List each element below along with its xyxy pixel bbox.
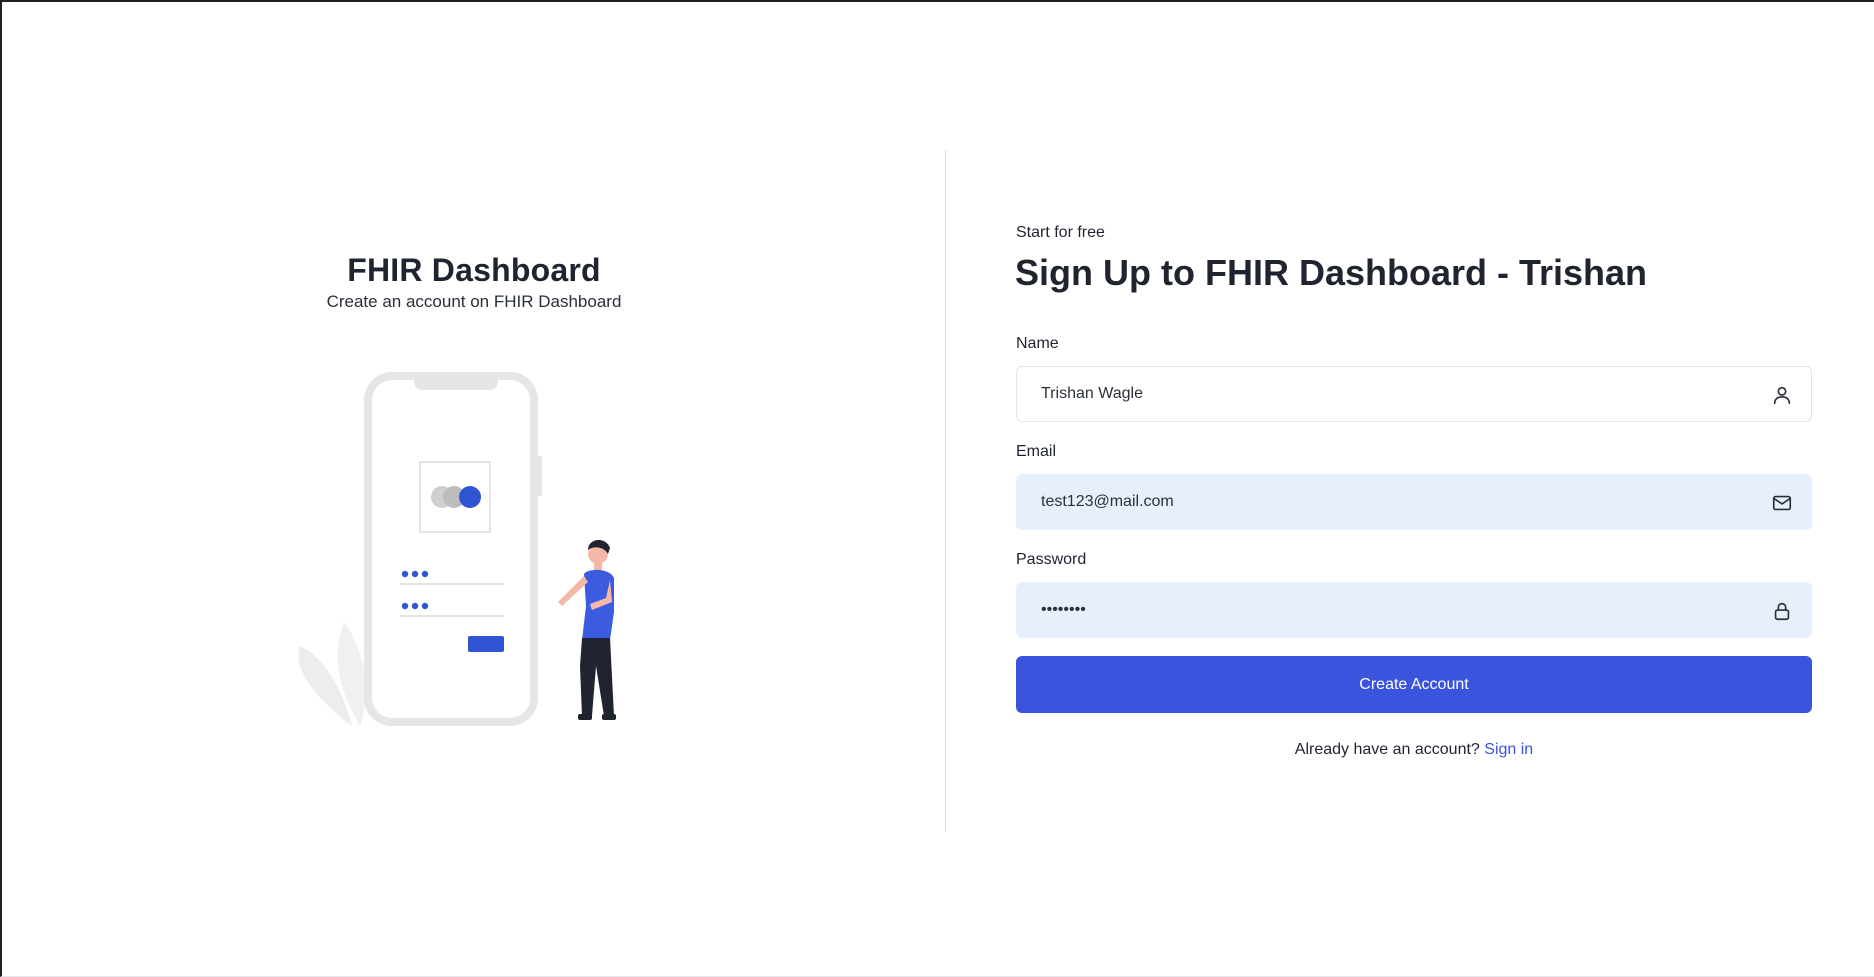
page-title: Sign Up to FHIR Dashboard - Trishan bbox=[1015, 252, 1648, 293]
phone-notch bbox=[414, 372, 498, 390]
mail-icon bbox=[1772, 495, 1792, 511]
eyebrow-text: Start for free bbox=[1016, 224, 1105, 241]
signin-link[interactable]: Sign in bbox=[1484, 741, 1533, 758]
name-label: Name bbox=[1016, 335, 1059, 352]
person-pants bbox=[580, 638, 614, 716]
email-input[interactable] bbox=[1017, 475, 1811, 529]
name-input[interactable] bbox=[1017, 367, 1811, 421]
panel-divider bbox=[945, 150, 946, 832]
lock-icon bbox=[1774, 602, 1790, 621]
page-frame: FHIR Dashboard Create an account on FHIR… bbox=[0, 0, 1874, 977]
password-field[interactable] bbox=[1016, 582, 1812, 638]
logo-circle bbox=[459, 486, 481, 508]
password-input[interactable] bbox=[1017, 583, 1811, 637]
email-label: Email bbox=[1016, 443, 1057, 460]
brand-title: FHIR Dashboard bbox=[347, 252, 601, 288]
signin-row: Already have an account? Sign in bbox=[1016, 741, 1812, 759]
signup-illustration bbox=[298, 372, 616, 726]
signin-prompt: Already have an account? bbox=[1294, 741, 1480, 758]
email-field[interactable] bbox=[1016, 474, 1812, 530]
name-field[interactable] bbox=[1016, 366, 1812, 422]
phone-side-button bbox=[536, 456, 542, 496]
phone-outline bbox=[364, 372, 538, 726]
create-account-button[interactable]: Create Account bbox=[1016, 656, 1812, 713]
password-label: Password bbox=[1016, 551, 1087, 568]
brand-subtitle: Create an account on FHIR Dashboard bbox=[326, 292, 622, 311]
phone-button bbox=[468, 636, 504, 652]
user-icon bbox=[1773, 386, 1791, 405]
